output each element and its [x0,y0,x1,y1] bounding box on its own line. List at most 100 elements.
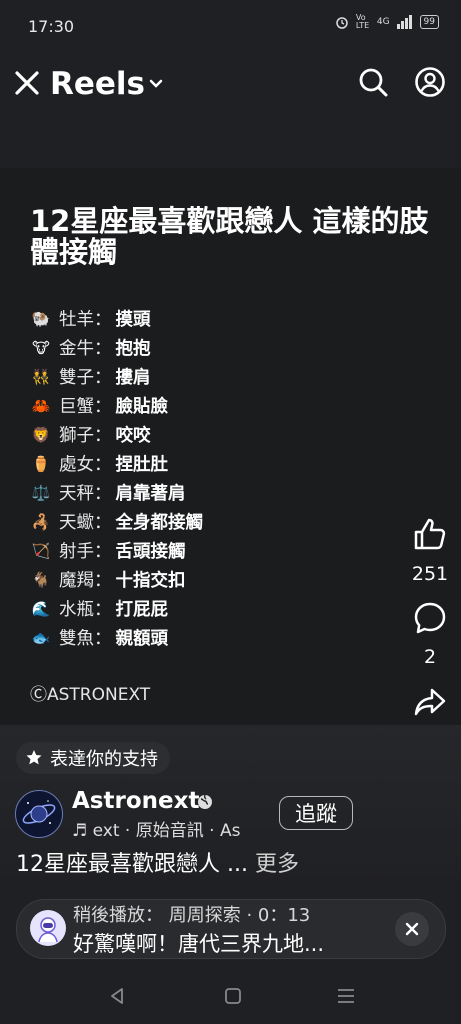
mini-player-close-button[interactable] [395,912,429,946]
chevron-down-icon[interactable] [148,78,164,90]
copyright-text: ⒸASTRONEXT [30,685,151,705]
zodiac-action: 摟肩 [115,368,151,388]
zodiac-emoji-icon: ⚱️ [31,454,51,473]
music-info[interactable]: ♬ ext · 原始音訊 · As [72,816,272,841]
status-bar: 17:30 Vo LTE 4G 99 [0,0,461,52]
zodiac-sign: 天蠍 [59,513,94,533]
separator: ： [94,455,112,475]
zodiac-row: 🐮 金牛：抱抱 [30,333,203,362]
zodiac-emoji-icon: 🌊 [31,599,51,618]
zodiac-sign: 牡羊 [59,310,94,330]
separator: ： [94,426,112,446]
home-nav-icon[interactable] [224,987,242,1005]
zodiac-row: 🐏 牡羊：摸頭 [30,304,203,333]
zodiac-row: 🐟 雙魚：親額頭 [30,623,203,652]
zodiac-sign: 處女 [59,455,94,475]
separator: ： [94,484,112,504]
zodiac-row: 👯 雙子：摟肩 [30,362,203,391]
zodiac-row: 🏹 射手：舌頭接觸 [30,536,203,565]
search-icon[interactable] [357,66,389,98]
separator: ： [94,513,112,533]
zodiac-sign: 雙魚 [59,629,94,649]
zodiac-emoji-icon: 🐏 [31,309,51,328]
zodiac-emoji-icon: 🦀 [31,396,51,415]
close-icon [405,922,419,936]
separator: ： [94,571,112,591]
zodiac-action: 肩靠著肩 [115,484,186,504]
support-chip[interactable]: 表達你的支持 [16,742,170,774]
zodiac-list: 🐏 牡羊：摸頭 🐮 金牛：抱抱 👯 雙子：摟肩 🦀 巨蟹：臉貼臉 🦁 獅子：咬咬 ⚱️ 處女：捏肚肚 ⚖… [30,304,203,652]
zodiac-emoji-icon: 🐐 [31,570,51,589]
comment-count: 2 [423,646,437,668]
signal-icon [396,15,412,29]
zodiac-sign: 水瓶 [59,600,94,620]
zodiac-emoji-icon: 🐮 [32,338,50,357]
zodiac-action: 臉貼臉 [115,397,169,417]
network-indicator: 4G [376,17,390,27]
separator: ： [94,397,112,417]
like-icon[interactable] [412,516,448,552]
mini-player-avatar [30,910,66,946]
post-title: 12星座最喜歡跟戀人 這樣的肢體接觸 [30,204,429,269]
zodiac-emoji-icon: 🏹 [31,541,51,560]
zodiac-action: 抱抱 [115,339,151,359]
comment-icon[interactable] [412,600,448,636]
planet-logo-icon [22,800,56,824]
zodiac-row: 🦁 獅子：咬咬 [30,420,203,449]
avatar[interactable] [15,790,63,838]
separator: ： [94,339,112,359]
caption[interactable]: 12星座最喜歡跟戀人 ... 更多 [16,846,299,878]
zodiac-row: 🦀 巨蟹：臉貼臉 [30,391,203,420]
zodiac-action: 親額頭 [115,629,169,649]
zodiac-action: 打屁屁 [115,600,169,620]
globe-icon [198,794,212,809]
separator: ： [94,600,112,620]
profile-icon[interactable] [414,66,446,98]
close-icon[interactable] [12,68,42,98]
zodiac-row: 🌊 水瓶：打屁屁 [30,594,203,623]
zodiac-action: 捏肚肚 [115,455,169,475]
share-icon[interactable] [412,684,448,720]
mini-player-title: 好驚嘆啊！唐代三界九地... [73,932,325,956]
zodiac-emoji-icon: 👯 [31,367,51,386]
caption-text: 12星座最喜歡跟戀人 ... [16,852,248,877]
like-count: 251 [411,563,449,585]
zodiac-sign: 雙子 [59,368,94,388]
status-icons: Vo LTE 4G 99 [335,14,439,30]
zodiac-sign: 金牛 [59,339,94,359]
zodiac-action: 摸頭 [115,310,151,330]
zodiac-action: 十指交扣 [115,571,186,591]
page-title[interactable]: Reels [50,66,145,102]
zodiac-sign: 魔羯 [59,571,94,591]
astronaut-icon [38,917,58,943]
separator: ： [94,542,112,562]
separator: ： [94,368,112,388]
zodiac-emoji-icon: 🦁 [31,425,51,444]
more-link[interactable]: 更多 [255,852,299,877]
alarm-icon [336,17,348,29]
zodiac-row: 🐐 魔羯：十指交扣 [30,565,203,594]
zodiac-emoji-icon: 🦂 [31,512,51,531]
zodiac-emoji-icon: 🐟 [31,628,51,647]
zodiac-row: ⚖️ 天秤：肩靠著肩 [30,478,203,507]
volte-indicator: Vo LTE [355,13,370,30]
recents-nav-icon[interactable] [337,988,355,1004]
separator: ： [94,310,112,330]
battery-indicator: 99 [419,15,439,29]
star-support-icon [26,750,42,765]
author-name[interactable]: Astronext [72,788,199,814]
zodiac-sign: 獅子 [59,426,94,446]
status-time: 17:30 [28,17,75,36]
zodiac-sign: 射手 [59,542,94,562]
zodiac-row: 🦂 天蠍：全身都接觸 [30,507,203,536]
mini-player-status: 稍後播放： 周周探索 · 0：13 [73,905,311,926]
separator: ： [94,629,112,649]
zodiac-emoji-icon: ⚖️ [31,483,51,502]
zodiac-action: 舌頭接觸 [115,542,186,562]
zodiac-action: 咬咬 [115,426,151,446]
support-label: 表達你的支持 [50,749,158,770]
follow-button[interactable]: 追蹤 [279,796,353,830]
back-nav-icon[interactable] [108,986,126,1006]
zodiac-sign: 天秤 [59,484,94,504]
zodiac-sign: 巨蟹 [59,397,94,417]
